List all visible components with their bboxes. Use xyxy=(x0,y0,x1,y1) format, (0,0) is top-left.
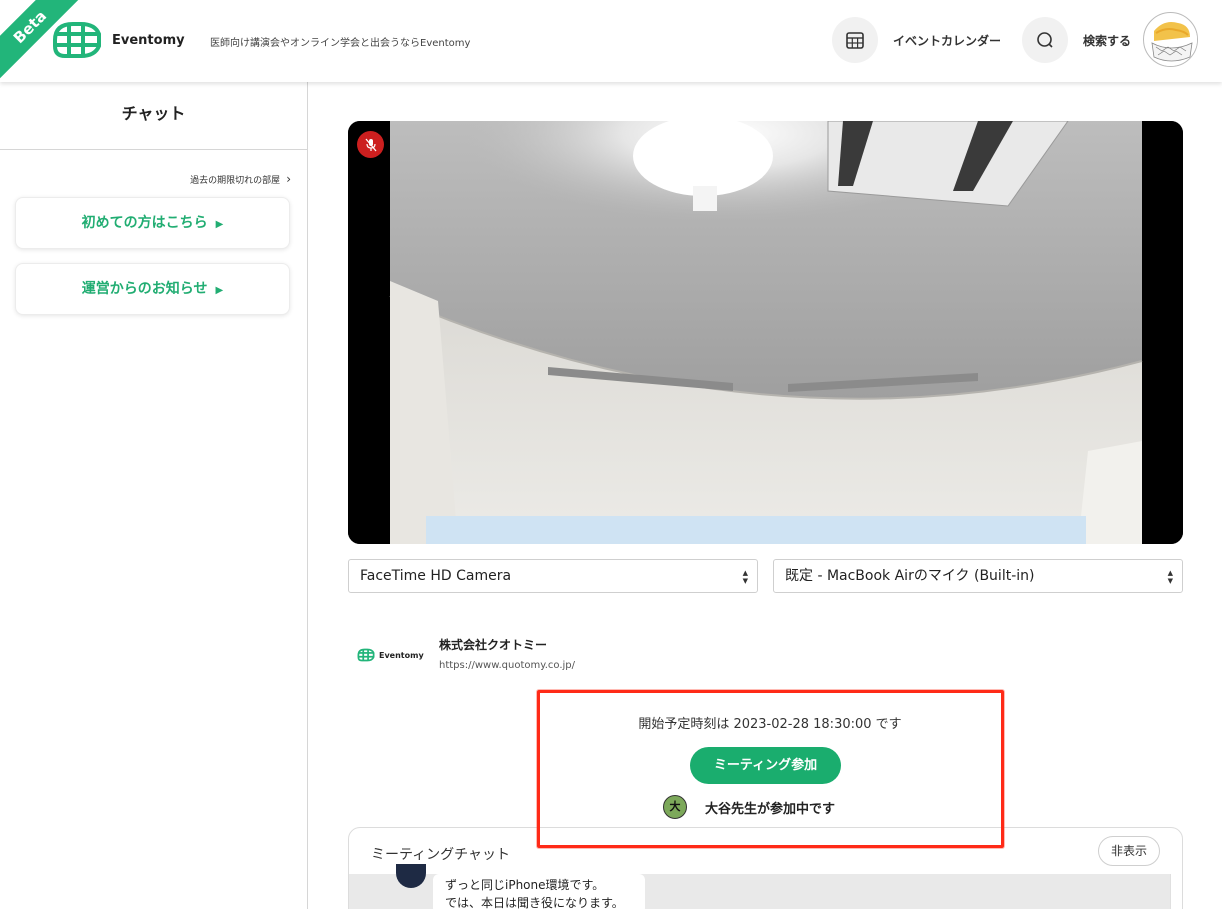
eventomy-logo-icon xyxy=(357,648,375,662)
camera-select[interactable]: FaceTime HD Camera ▲︎ ▼︎ xyxy=(348,559,758,593)
meeting-chat-title: ミーティングチャット xyxy=(371,847,511,863)
user-avatar[interactable] xyxy=(1143,12,1198,67)
search-button[interactable] xyxy=(1022,17,1068,63)
announcements-card[interactable]: 運営からのお知らせ ▶ xyxy=(15,263,290,315)
mic-off-icon xyxy=(365,138,376,151)
camera-select-value: FaceTime HD Camera xyxy=(360,568,512,584)
logo-text[interactable]: Eventomy xyxy=(112,33,185,48)
announcements-label: 運営からのお知らせ xyxy=(81,281,208,297)
chat-message-line: では、本日は聞き役になります。 xyxy=(445,896,624,909)
calendar-button[interactable] xyxy=(832,17,878,63)
play-arrow-icon: ▶ xyxy=(215,219,224,230)
chat-messages[interactable]: ずっと同じiPhone環境です。 では、本日は聞き役になります。 xyxy=(349,864,1171,909)
select-arrows-icon: ▲︎ ▼︎ xyxy=(1167,569,1173,585)
event-calendar-link[interactable]: イベントカレンダー xyxy=(893,32,1001,49)
expired-rooms-label: 過去の期限切れの部屋 xyxy=(190,176,281,186)
select-arrows-icon: ▲︎ ▼︎ xyxy=(742,569,748,585)
top-header: Beta Eventomy 医師向け講演会やオンライン学会と出会うならEvent… xyxy=(0,0,1222,82)
search-link[interactable]: 検索する xyxy=(1083,32,1131,49)
site-tagline: 医師向け講演会やオンライン学会と出会うならEventomy xyxy=(210,38,471,49)
avatar xyxy=(396,864,426,888)
camera-feed-image xyxy=(348,121,1183,544)
search-icon xyxy=(1037,32,1053,48)
expired-rooms-link[interactable]: 過去の期限切れの部屋 › xyxy=(190,172,291,186)
join-meeting-button[interactable]: ミーティング参加 xyxy=(690,747,841,784)
first-time-guide-label: 初めての方はこちら xyxy=(81,215,208,231)
chat-sidebar: チャット 過去の期限切れの部屋 › 初めての方はこちら ▶ 運営からのお知らせ ▶ xyxy=(0,82,308,909)
mic-muted-indicator xyxy=(357,131,384,158)
organizer-name: 株式会社クオトミー xyxy=(439,638,548,652)
calendar-icon xyxy=(846,32,864,49)
participant-status: 大 大谷先生が参加中です xyxy=(663,795,835,819)
camera-preview xyxy=(348,121,1183,544)
chat-message-line: ずっと同じiPhone環境です。 xyxy=(445,878,605,892)
meeting-chat-panel: ミーティングチャット 非表示 ずっと同じiPhone環境です。 では、本日は聞き… xyxy=(348,827,1183,909)
organizer-logo: Eventomy xyxy=(357,648,424,662)
first-time-guide-card[interactable]: 初めての方はこちら ▶ xyxy=(15,197,290,249)
chat-scrollbar[interactable] xyxy=(1170,874,1182,909)
microphone-select-value: 既定 - MacBook Airのマイク (Built-in) xyxy=(785,568,1035,584)
chat-message-bubble: ずっと同じiPhone環境です。 では、本日は聞き役になります。 xyxy=(433,874,645,909)
eventomy-logo-icon[interactable] xyxy=(51,20,103,64)
microphone-select[interactable]: 既定 - MacBook Airのマイク (Built-in) ▲︎ ▼︎ xyxy=(773,559,1183,593)
organizer-url-link[interactable]: https://www.quotomy.co.jp/ xyxy=(439,660,575,671)
play-arrow-icon: ▶ xyxy=(215,285,224,296)
sidebar-title: チャット xyxy=(0,82,307,150)
chevron-right-icon: › xyxy=(286,172,291,186)
organizer-logo-text: Eventomy xyxy=(379,650,424,660)
participant-avatar: 大 xyxy=(663,795,687,819)
participant-status-text: 大谷先生が参加中です xyxy=(705,801,836,817)
hide-chat-button[interactable]: 非表示 xyxy=(1098,836,1160,866)
scheduled-start-time: 開始予定時刻は 2023-02-28 18:30:00 です xyxy=(638,717,902,732)
